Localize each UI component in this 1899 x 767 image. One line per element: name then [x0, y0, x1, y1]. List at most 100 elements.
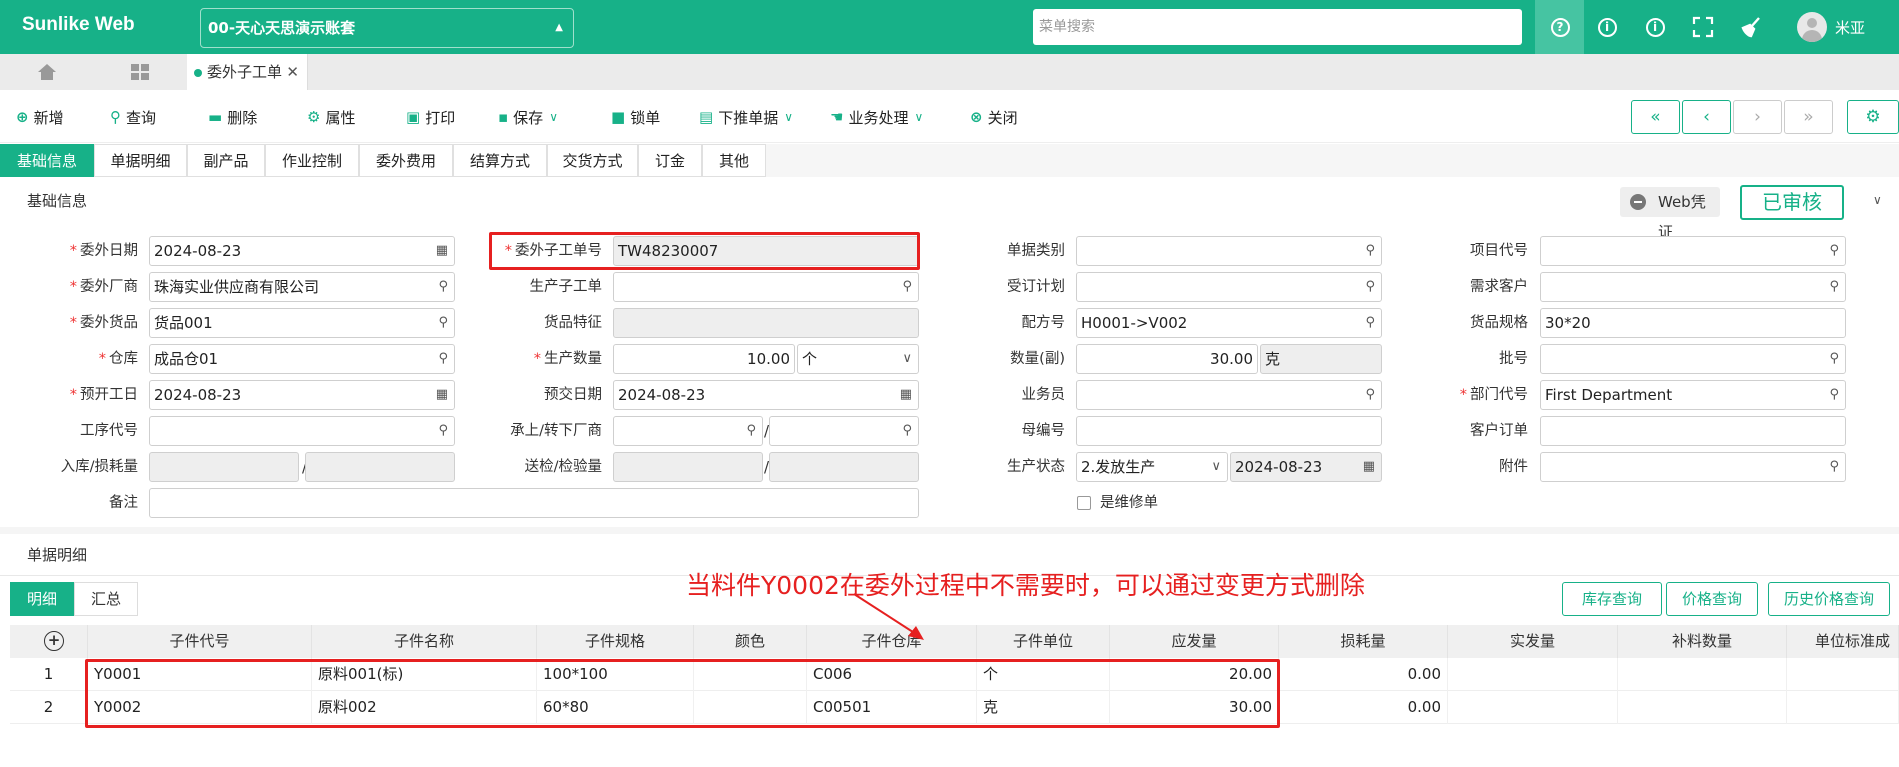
col-supplement-qty[interactable]: 补料数量 — [1618, 625, 1787, 658]
prev-vendor-field[interactable]: ⚲ — [613, 416, 763, 446]
price-query-button[interactable]: 价格查询 — [1666, 582, 1758, 616]
stock-query-button[interactable]: 库存查询 — [1562, 582, 1662, 616]
col-name[interactable]: 子件名称 — [312, 625, 537, 658]
prod-status-select[interactable]: 2.发放生产 ∨ — [1076, 452, 1228, 482]
account-selector[interactable]: 00-天心天思演示账套 ▲ — [200, 8, 574, 48]
tab-detail[interactable]: 明细 — [10, 582, 74, 616]
formula-field[interactable]: H0001->V002 ⚲ — [1076, 308, 1382, 338]
batch-field[interactable]: ⚲ — [1540, 344, 1846, 374]
query-button[interactable]: ⚲ 查询 — [110, 106, 156, 128]
tab-outsource-fee[interactable]: 委外费用 — [359, 144, 453, 177]
tab-delivery[interactable]: 交货方式 — [547, 144, 638, 177]
tab-other[interactable]: 其他 — [702, 144, 766, 177]
properties-button[interactable]: ⚙ 属性 — [307, 106, 355, 128]
tab-doc-detail[interactable]: 单据明细 — [94, 144, 187, 177]
search-icon[interactable]: ⚲ — [1365, 381, 1375, 409]
col-color[interactable]: 颜色 — [694, 625, 807, 658]
col-code[interactable]: 子件代号 — [88, 625, 312, 658]
calendar-icon[interactable]: ▦ — [436, 381, 448, 409]
next-vendor-field[interactable]: ⚲ — [769, 416, 919, 446]
goods-field[interactable]: 货品001 ⚲ — [149, 308, 455, 338]
search-icon[interactable]: ⚲ — [438, 417, 448, 445]
search-icon[interactable]: ⚲ — [438, 345, 448, 373]
prev-record-button[interactable]: ‹ — [1682, 100, 1731, 134]
department-field[interactable]: First Department ⚲ — [1540, 380, 1846, 410]
warehouse-field[interactable]: 成品仓01 ⚲ — [149, 344, 455, 374]
user-name[interactable]: 米亚 — [1835, 17, 1865, 38]
new-button[interactable]: ⊕ 新增 — [16, 106, 64, 128]
print-button[interactable]: ▣ 打印 — [406, 106, 455, 128]
prod-sub-order-field[interactable]: ⚲ — [613, 272, 919, 302]
search-icon[interactable]: ⚲ — [1829, 453, 1839, 481]
prod-unit-select[interactable]: 个 ∨ — [797, 344, 919, 374]
help-button[interactable]: ? — [1535, 0, 1584, 54]
attachment-field[interactable]: ⚲ — [1540, 452, 1846, 482]
goods-spec-field[interactable]: 30*20 — [1540, 308, 1846, 338]
save-button[interactable]: ▪ 保存 ∨ — [498, 106, 558, 128]
business-button[interactable]: ☚ 业务处理 ∨ — [830, 106, 923, 128]
open-tab[interactable]: 委外子工单 ✕ — [187, 54, 308, 90]
add-row-icon[interactable]: + — [44, 631, 64, 651]
search-icon[interactable]: ⚲ — [902, 417, 912, 445]
demand-customer-field[interactable]: ⚲ — [1540, 272, 1846, 302]
col-spec[interactable]: 子件规格 — [537, 625, 694, 658]
vendor-field[interactable]: 珠海实业供应商有限公司 ⚲ — [149, 272, 455, 302]
info-button[interactable]: i — [1587, 0, 1627, 54]
salesman-field[interactable]: ⚲ — [1076, 380, 1382, 410]
tab-deposit[interactable]: 订金 — [638, 144, 702, 177]
search-icon[interactable]: ⚲ — [438, 273, 448, 301]
avatar[interactable] — [1797, 12, 1827, 42]
delivery-date-field[interactable]: 2024-08-23 ▦ — [613, 380, 919, 410]
search-icon[interactable]: ⚲ — [746, 417, 756, 445]
search-icon[interactable]: ⚲ — [1365, 309, 1375, 337]
sub-qty-field[interactable]: 30.00 — [1076, 344, 1258, 374]
search-icon[interactable]: ⚲ — [1829, 237, 1839, 265]
col-loss-qty[interactable]: 损耗量 — [1279, 625, 1448, 658]
last-record-button[interactable]: » — [1784, 100, 1833, 134]
repair-checkbox[interactable] — [1077, 496, 1091, 510]
project-code-field[interactable]: ⚲ — [1540, 236, 1846, 266]
clean-button[interactable] — [1731, 0, 1771, 54]
web-voucher-button[interactable]: Web凭证 — [1620, 187, 1720, 241]
outsource-date-field[interactable]: 2024-08-23 ▦ — [149, 236, 455, 266]
search-icon[interactable]: ⚲ — [1365, 237, 1375, 265]
lock-button[interactable]: ■ 锁单 — [611, 106, 660, 128]
menu-search-input[interactable]: 菜单搜索 — [1033, 9, 1522, 45]
search-icon[interactable]: ⚲ — [1829, 381, 1839, 409]
search-icon[interactable]: ⚲ — [902, 273, 912, 301]
notice-button[interactable]: i — [1635, 0, 1675, 54]
prod-qty-field[interactable]: 10.00 — [613, 344, 795, 374]
parent-no-field[interactable] — [1076, 416, 1382, 446]
order-plan-field[interactable]: ⚲ — [1076, 272, 1382, 302]
close-button[interactable]: ⊗ 关闭 — [970, 106, 1018, 128]
history-price-button[interactable]: 历史价格查询 — [1768, 582, 1890, 616]
remark-field[interactable] — [149, 488, 919, 518]
table-row[interactable]: 2 Y0002 原料002 60*80 C00501 克 30.00 0.00 — [10, 691, 1899, 724]
search-icon[interactable]: ⚲ — [438, 309, 448, 337]
search-icon[interactable]: ⚲ — [1365, 273, 1375, 301]
delete-button[interactable]: ▬ 删除 — [208, 106, 257, 128]
col-actual-qty[interactable]: 实发量 — [1448, 625, 1618, 658]
tab-operation-control[interactable]: 作业控制 — [265, 144, 359, 177]
home-button[interactable] — [0, 54, 93, 90]
search-icon[interactable]: ⚲ — [1829, 345, 1839, 373]
tab-summary[interactable]: 汇总 — [74, 582, 138, 616]
tab-byproduct[interactable]: 副产品 — [187, 144, 265, 177]
search-icon[interactable]: ⚲ — [1829, 273, 1839, 301]
process-code-field[interactable]: ⚲ — [149, 416, 455, 446]
col-issue-qty[interactable]: 应发量 — [1110, 625, 1279, 658]
plan-start-field[interactable]: 2024-08-23 ▦ — [149, 380, 455, 410]
table-row[interactable]: 1 Y0001 原料001(标) 100*100 C006 个 20.00 0.… — [10, 658, 1899, 691]
push-doc-button[interactable]: ▤ 下推单据 ∨ — [699, 106, 793, 128]
tab-basic-info[interactable]: 基础信息 — [0, 144, 94, 177]
fullscreen-button[interactable] — [1683, 0, 1723, 54]
doc-type-field[interactable]: ⚲ — [1076, 236, 1382, 266]
calendar-icon[interactable]: ▦ — [436, 237, 448, 265]
next-record-button[interactable]: › — [1733, 100, 1782, 134]
col-std-cost[interactable]: 单位标准成 — [1787, 625, 1899, 658]
settings-button[interactable]: ⚙ — [1847, 100, 1899, 134]
calendar-icon[interactable]: ▦ — [900, 381, 912, 409]
col-unit[interactable]: 子件单位 — [977, 625, 1110, 658]
first-record-button[interactable]: « — [1631, 100, 1680, 134]
tab-settlement[interactable]: 结算方式 — [453, 144, 547, 177]
